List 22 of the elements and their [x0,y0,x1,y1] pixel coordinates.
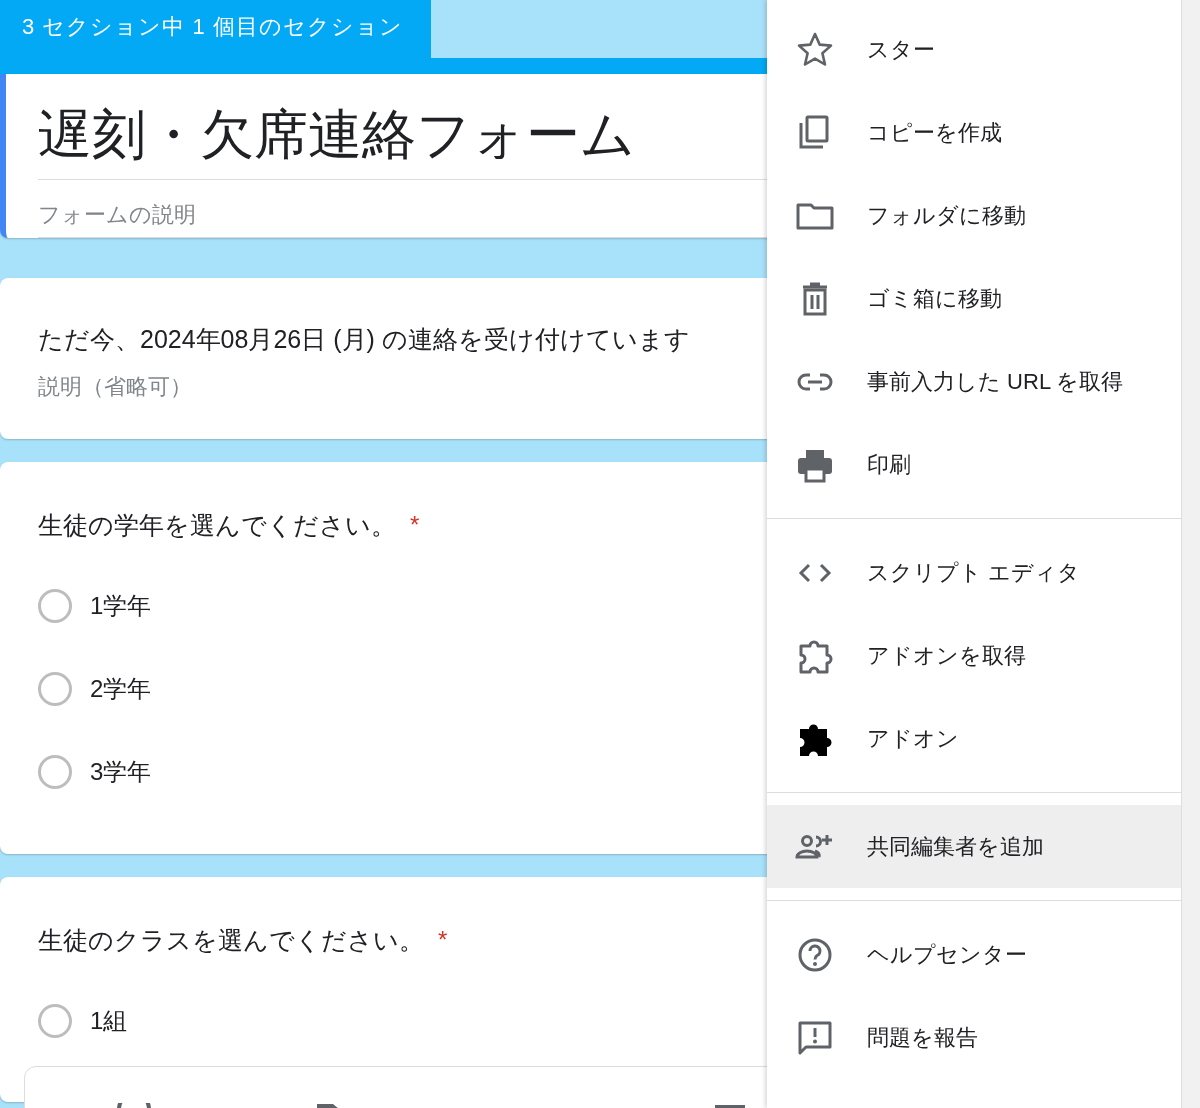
menu-item[interactable]: 印刷 [767,423,1181,506]
menu-item[interactable]: ヘルプセンター [767,913,1181,996]
radio-button[interactable] [38,672,72,707]
radio-button[interactable] [38,589,72,624]
option-label: 1組 [90,1005,128,1036]
menu-item[interactable]: コピーを作成 [767,91,1181,174]
question-title[interactable]: 生徒の学年を選んでください。 [38,511,396,540]
menu-item[interactable]: 問題を報告 [767,996,1181,1079]
option-label: 2学年 [90,674,152,705]
option-label: 3学年 [90,757,152,788]
required-mark: * [410,511,420,539]
menu-item[interactable]: スクリプト エディタ [767,531,1181,614]
question-title[interactable]: 生徒のクラスを選んでください。 [38,925,424,954]
required-mark: * [438,925,448,953]
menu-item[interactable]: アドオンを取得 [767,614,1181,697]
menu-item[interactable]: 共同編集者を追加 [767,805,1181,888]
menu-item[interactable]: ゴミ箱に移動 [767,257,1181,340]
menu-item[interactable]: 事前入力した URL を取得 [767,340,1181,423]
option-label: 1学年 [90,591,152,622]
radio-button[interactable] [38,1003,72,1038]
radio-button[interactable] [38,755,72,790]
menu-item[interactable]: アドオン [767,697,1181,780]
